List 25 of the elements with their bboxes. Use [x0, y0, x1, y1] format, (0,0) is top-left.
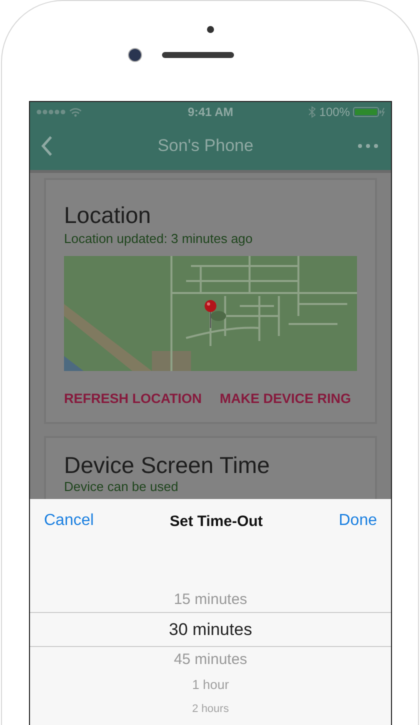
- bluetooth-icon: [308, 106, 316, 118]
- speaker-icon: [162, 52, 234, 58]
- nav-title: Son's Phone: [158, 136, 254, 156]
- action-link[interactable]: MAKE DEVICE RING: [220, 391, 352, 406]
- more-icon[interactable]: [357, 143, 379, 149]
- picker-option[interactable]: 30 minutes: [30, 612, 391, 647]
- card-title: Device Screen Time: [64, 452, 271, 479]
- picker-option[interactable]: 1 hour: [30, 672, 391, 697]
- card-title: Location: [64, 202, 152, 229]
- sensor-icon: [207, 26, 214, 33]
- done-button[interactable]: Done: [338, 512, 377, 530]
- card-subtitle: Device can be used: [64, 479, 180, 494]
- picker-title: Set Time-Out: [170, 512, 263, 530]
- card-subtitle: Location updated: 3 minutes ago: [64, 231, 254, 246]
- action-link[interactable]: REFRESH LOCATION: [64, 391, 202, 406]
- picker-option[interactable]: 2 hours: [30, 697, 391, 722]
- back-icon[interactable]: [40, 135, 54, 157]
- picker-option[interactable]: 45 minutes: [30, 647, 391, 672]
- battery-percent: 100%: [319, 105, 350, 119]
- status-time: 9:41 AM: [188, 105, 234, 119]
- cancel-button[interactable]: Cancel: [44, 512, 94, 530]
- picker-option[interactable]: 15 minutes: [30, 587, 391, 612]
- signal-icon: [36, 107, 84, 117]
- camera-icon: [128, 48, 142, 62]
- battery-icon: [352, 106, 385, 118]
